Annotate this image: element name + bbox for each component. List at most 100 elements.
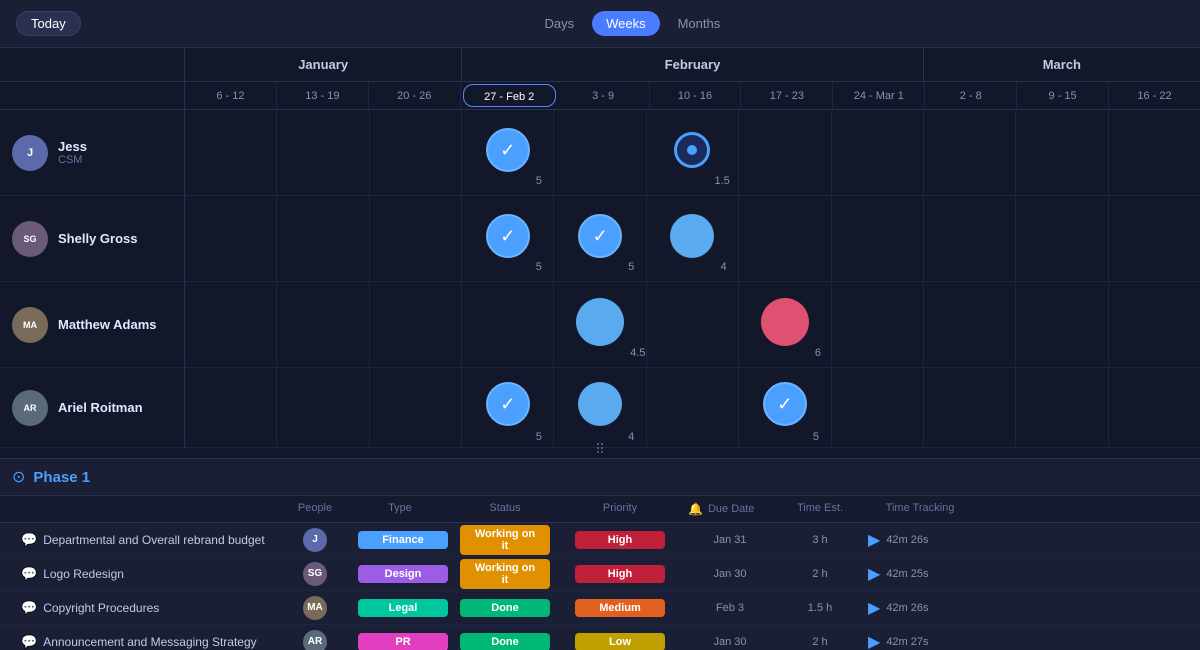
priority-badge-1[interactable]: High <box>575 565 665 583</box>
comment-icon-1[interactable]: 💬 <box>21 566 37 582</box>
bubble-jess-dot[interactable] <box>674 132 710 168</box>
person-name-ariel: Ariel Roitman <box>58 400 143 415</box>
mini-avatar-0: J <box>303 528 327 552</box>
bubble-ariel-check2[interactable]: ✓ <box>763 382 807 426</box>
month-spacer <box>0 48 185 81</box>
comment-icon-0[interactable]: 💬 <box>21 532 37 548</box>
row-shelly: SG Shelly Gross ✓ 5 ✓ 5 4 <box>0 196 1200 282</box>
bubble-ariel-check1[interactable]: ✓ <box>486 382 530 426</box>
cell-jess-2 <box>277 110 369 195</box>
row-cells-shelly: ✓ 5 ✓ 5 4 <box>185 196 1200 281</box>
th-task <box>0 500 280 518</box>
comment-icon-3[interactable]: 💬 <box>21 634 37 650</box>
task-tracking-2: ▶ 42m 26s <box>860 598 980 618</box>
tab-weeks[interactable]: Weeks <box>592 11 660 36</box>
priority-badge-0[interactable]: High <box>575 531 665 549</box>
cell-jess-11 <box>1109 110 1200 195</box>
bottom-panel: ⊙ Phase 1 People Type Status Priority 🔔 … <box>0 458 1200 650</box>
cell-shelly-9 <box>924 196 1016 281</box>
month-headers: January February March <box>0 48 1200 82</box>
bell-icon: 🔔 <box>688 502 703 516</box>
tab-months[interactable]: Months <box>664 11 735 36</box>
status-badge-2[interactable]: Done <box>460 599 550 617</box>
view-tabs: Days Weeks Months <box>530 11 734 36</box>
week-9-15: 9 - 15 <box>1017 82 1109 109</box>
type-badge-3[interactable]: PR <box>358 633 448 650</box>
week-17-23: 17 - 23 <box>741 82 833 109</box>
bubble-shelly-filled[interactable] <box>670 214 714 258</box>
week-headers: 6 - 12 13 - 19 20 - 26 27 - Feb 2 3 - 9 … <box>0 82 1200 110</box>
th-priority: Priority <box>560 500 680 518</box>
today-button[interactable]: Today <box>16 11 81 36</box>
play-icon-1[interactable]: ▶ <box>868 564 880 584</box>
tab-days[interactable]: Days <box>530 11 588 36</box>
week-2-8: 2 - 8 <box>925 82 1017 109</box>
task-people-3: AR <box>280 630 350 650</box>
task-status-0: Working on it <box>450 525 560 555</box>
bubble-label-shelly-1: 5 <box>536 261 542 273</box>
task-timeest-3: 2 h <box>780 636 860 648</box>
cell-matthew-2 <box>277 282 369 367</box>
week-16-22: 16 - 22 <box>1109 82 1200 109</box>
task-status-3: Done <box>450 633 560 650</box>
cell-ariel-8 <box>832 368 924 447</box>
mini-avatar-3: AR <box>303 630 327 650</box>
task-label-0: Departmental and Overall rebrand budget <box>43 533 264 547</box>
cell-jess-3 <box>370 110 462 195</box>
cell-shelly-3 <box>370 196 462 281</box>
th-tracking: Time Tracking <box>860 500 980 518</box>
cell-ariel-5: 4 <box>554 368 646 447</box>
play-icon-2[interactable]: ▶ <box>868 598 880 618</box>
task-row-3[interactable]: 💬 Announcement and Messaging Strategy AR… <box>0 625 1200 650</box>
drag-handle[interactable]: ⠿ <box>595 441 605 458</box>
status-badge-3[interactable]: Done <box>460 633 550 650</box>
task-duedate-1: Jan 30 <box>680 568 780 580</box>
tracking-value-3: 42m 27s <box>886 636 928 648</box>
priority-badge-3[interactable]: Low <box>575 633 665 650</box>
task-row-2[interactable]: 💬 Copyright Procedures MA Legal Done Med… <box>0 591 1200 625</box>
task-type-1: Design <box>350 565 450 583</box>
status-badge-0[interactable]: Working on it <box>460 525 550 555</box>
cell-matthew-4 <box>462 282 554 367</box>
week-27-feb2: 27 - Feb 2 <box>463 84 556 107</box>
task-people-1: SG <box>280 562 350 586</box>
th-people: People <box>280 500 350 518</box>
status-badge-1[interactable]: Working on it <box>460 559 550 589</box>
type-badge-1[interactable]: Design <box>358 565 448 583</box>
cell-shelly-8 <box>832 196 924 281</box>
play-icon-3[interactable]: ▶ <box>868 632 880 650</box>
task-type-2: Legal <box>350 599 450 617</box>
task-row-1[interactable]: 💬 Logo Redesign SG Design Working on it … <box>0 557 1200 591</box>
bubble-label-ariel-1: 5 <box>536 431 542 443</box>
month-march: March <box>924 48 1200 81</box>
priority-badge-2[interactable]: Medium <box>575 599 665 617</box>
cell-ariel-2 <box>277 368 369 447</box>
phase-header: ⊙ Phase 1 <box>0 459 1200 496</box>
th-type: Type <box>350 500 450 518</box>
mini-avatar-2: MA <box>303 596 327 620</box>
task-priority-2: Medium <box>560 599 680 617</box>
play-icon-0[interactable]: ▶ <box>868 530 880 550</box>
cell-jess-6: 1.5 <box>647 110 739 195</box>
bubble-shelly-check1[interactable]: ✓ <box>486 214 530 258</box>
type-badge-2[interactable]: Legal <box>358 599 448 617</box>
th-duedate: 🔔 Due Date <box>680 500 780 518</box>
phase-icon: ⊙ <box>12 467 25 487</box>
bubble-shelly-check2[interactable]: ✓ <box>578 214 622 258</box>
cell-shelly-7 <box>739 196 831 281</box>
cell-shelly-1 <box>185 196 277 281</box>
task-priority-3: Low <box>560 633 680 650</box>
bubble-ariel-blue[interactable] <box>578 382 622 426</box>
bubble-matthew-red[interactable] <box>761 298 809 346</box>
task-people-0: J <box>280 528 350 552</box>
cell-ariel-6 <box>647 368 739 447</box>
bubble-matthew-blue[interactable] <box>576 298 624 346</box>
task-row-0[interactable]: 💬 Departmental and Overall rebrand budge… <box>0 523 1200 557</box>
week-10-16: 10 - 16 <box>650 82 742 109</box>
type-badge-0[interactable]: Finance <box>358 531 448 549</box>
month-january: January <box>185 48 462 81</box>
task-tracking-3: ▶ 42m 27s <box>860 632 980 650</box>
cell-jess-7 <box>739 110 831 195</box>
bubble-label-matthew-1: 4.5 <box>630 347 645 359</box>
bubble-jess-check[interactable]: ✓ <box>486 128 530 172</box>
